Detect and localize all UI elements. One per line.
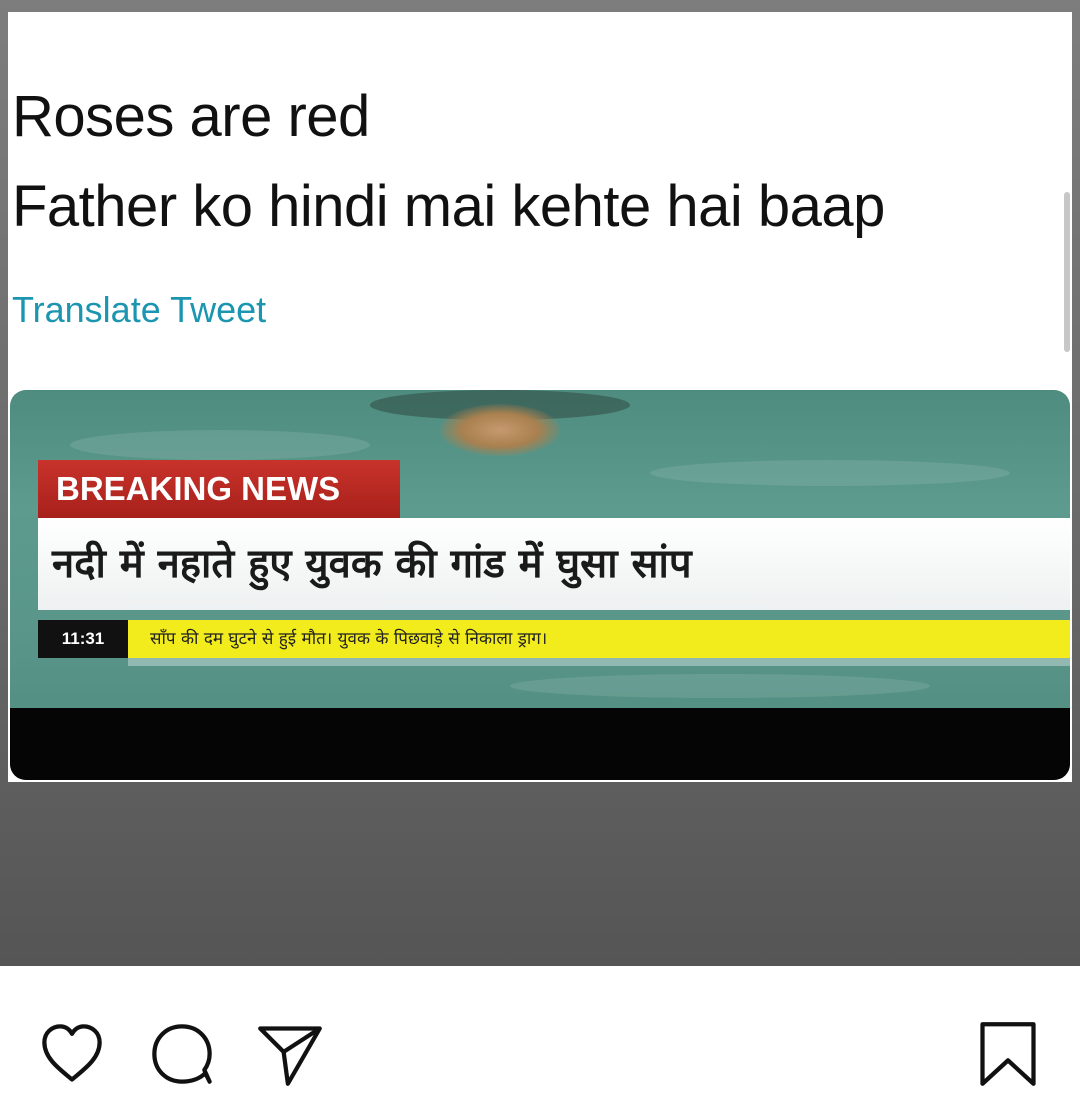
bookmark-icon xyxy=(980,1022,1036,1086)
news-headline: नदी में नहाते हुए युवक की गांड में घुसा … xyxy=(38,518,1070,610)
comment-icon xyxy=(152,1024,212,1084)
share-icon xyxy=(258,1026,322,1086)
swimmer-figure xyxy=(440,404,560,456)
news-image: BREAKING NEWS नदी में नहाते हुए युवक की … xyxy=(10,390,1070,780)
water-ripple xyxy=(70,430,370,460)
breaking-news-badge: BREAKING NEWS xyxy=(38,460,400,518)
tweet-text-line-2: Father ko hindi mai kehte hai baap xyxy=(12,174,885,239)
tweet-text-line-1: Roses are red xyxy=(12,84,370,149)
share-button[interactable] xyxy=(256,1020,324,1088)
ticker-underline xyxy=(128,658,1070,666)
water-ripple xyxy=(510,674,930,698)
translate-tweet-link[interactable]: Translate Tweet xyxy=(12,288,266,332)
water-ripple xyxy=(650,460,1010,486)
ticker-time: 11:31 xyxy=(38,620,128,658)
ticker-text: साँप की दम घुटने से हुई मौत। युवक के पिछ… xyxy=(128,620,1070,658)
tweet-screenshot: Roses are red Father ko hindi mai kehte … xyxy=(8,12,1072,782)
like-button[interactable] xyxy=(38,1020,106,1088)
scrollbar xyxy=(1064,192,1070,352)
post-image[interactable]: Roses are red Father ko hindi mai kehte … xyxy=(0,0,1080,966)
heart-icon xyxy=(42,1024,102,1082)
comment-button[interactable] xyxy=(148,1020,216,1088)
black-strip xyxy=(10,708,1070,780)
save-button[interactable] xyxy=(974,1020,1042,1088)
